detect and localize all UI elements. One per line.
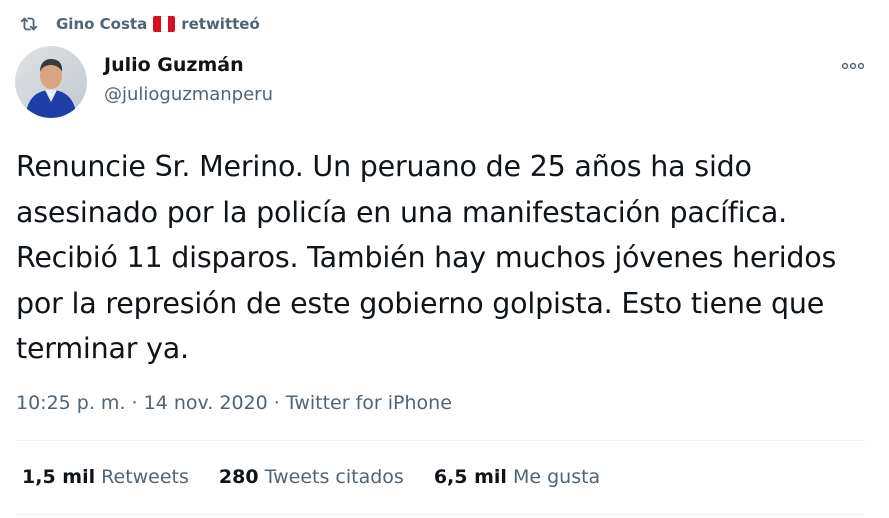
divider bbox=[16, 440, 866, 441]
more-options-icon[interactable] bbox=[839, 52, 867, 80]
tweet-source[interactable]: Twitter for iPhone bbox=[286, 392, 452, 414]
tweet-time[interactable]: 10:25 p. m. bbox=[16, 392, 125, 414]
quote-tweets-count: 280 bbox=[218, 466, 259, 488]
tweet-stats: 1,5 mil Retweets 280 Tweets citados 6,5 … bbox=[22, 466, 630, 488]
tweet-text: Renuncie Sr. Merino. Un peruano de 25 añ… bbox=[16, 150, 837, 365]
meta-separator: · bbox=[131, 392, 138, 414]
retweet-icon bbox=[18, 13, 40, 35]
likes-stat[interactable]: 6,5 mil Me gusta bbox=[434, 466, 600, 488]
retweeter-name[interactable]: Gino Costa bbox=[56, 15, 147, 33]
tweet-metadata: 10:25 p. m. · 14 nov. 2020 · Twitter for… bbox=[16, 392, 452, 414]
retweet-action-label: retwitteó bbox=[181, 15, 260, 33]
peru-flag-icon bbox=[153, 16, 176, 32]
quote-tweets-label: Tweets citados bbox=[264, 466, 404, 488]
divider bbox=[16, 514, 866, 515]
retweet-context: Gino Costa retwitteó bbox=[18, 10, 260, 38]
avatar[interactable] bbox=[15, 46, 87, 118]
quote-tweets-stat[interactable]: 280 Tweets citados bbox=[219, 466, 404, 488]
likes-label: Me gusta bbox=[512, 466, 601, 488]
tweet-date[interactable]: 14 nov. 2020 bbox=[144, 392, 268, 414]
author-name[interactable]: Julio Guzmán bbox=[104, 54, 244, 76]
retweets-count: 1,5 mil bbox=[22, 466, 96, 488]
retweets-label: Retweets bbox=[101, 466, 189, 488]
retweets-stat[interactable]: 1,5 mil Retweets bbox=[22, 466, 189, 488]
meta-separator: · bbox=[273, 392, 280, 414]
likes-count: 6,5 mil bbox=[433, 466, 507, 488]
author-handle[interactable]: @julioguzmanperu bbox=[104, 84, 273, 105]
tweet-card: Gino Costa retwitteó Julio Guzmán @julio… bbox=[0, 0, 889, 518]
